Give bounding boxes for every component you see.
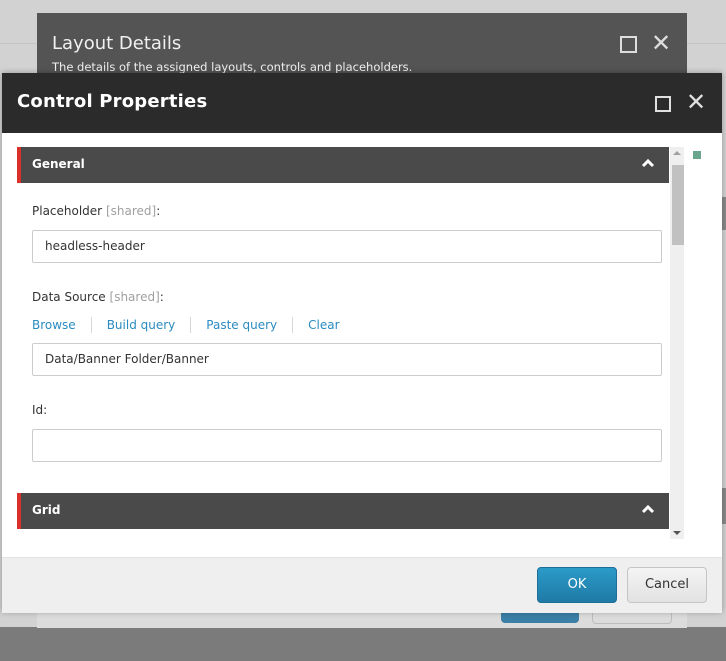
- vertical-scrollbar[interactable]: [670, 147, 684, 539]
- link-separator: [90, 317, 92, 333]
- section-title: Grid: [32, 503, 61, 517]
- background-overlay: [0, 627, 726, 661]
- scroll-down-arrow-icon[interactable]: [673, 531, 681, 535]
- dialog-title: Control Properties: [17, 91, 208, 112]
- data-source-input[interactable]: Data/Banner Folder/Banner: [32, 343, 662, 376]
- chevron-up-icon: [641, 504, 655, 514]
- ok-button[interactable]: OK: [537, 567, 617, 603]
- status-indicator-icon: [693, 151, 701, 159]
- cancel-button[interactable]: Cancel: [627, 567, 707, 603]
- link-separator: [292, 317, 294, 333]
- id-input[interactable]: [32, 429, 662, 462]
- scrollbar-thumb[interactable]: [672, 165, 684, 245]
- build-query-link[interactable]: Build query: [107, 318, 176, 332]
- dialog-footer: OK Cancel: [2, 557, 722, 613]
- layout-details-subtitle: The details of the assigned layouts, con…: [52, 60, 413, 74]
- maximize-icon[interactable]: [655, 96, 671, 112]
- data-source-actions: Browse Build query Paste query Clear: [32, 317, 340, 333]
- close-icon[interactable]: ✕: [651, 31, 671, 55]
- section-grid-header[interactable]: Grid: [17, 493, 669, 529]
- dialog-content: General Placeholder [shared]: headless-h…: [2, 133, 722, 557]
- section-title: General: [32, 157, 85, 171]
- scroll-up-arrow-icon[interactable]: [673, 151, 681, 155]
- close-icon[interactable]: ✕: [686, 90, 706, 114]
- dialog-header: Control Properties ✕: [2, 73, 722, 133]
- clear-link[interactable]: Clear: [308, 318, 339, 332]
- shared-tag: [shared]: [109, 290, 160, 304]
- browse-link[interactable]: Browse: [32, 318, 76, 332]
- background-panel-edge: [722, 488, 726, 524]
- chevron-up-icon: [641, 158, 655, 168]
- background-panel-edge: [722, 197, 726, 230]
- id-label: Id:: [32, 403, 48, 417]
- placeholder-input[interactable]: headless-header: [32, 230, 662, 263]
- layout-details-ok-button[interactable]: [501, 613, 579, 623]
- layout-details-header: Layout Details The details of the assign…: [37, 13, 687, 75]
- maximize-icon[interactable]: [620, 36, 637, 53]
- paste-query-link[interactable]: Paste query: [206, 318, 277, 332]
- control-properties-dialog: Control Properties ✕ General Placeholder…: [2, 73, 722, 613]
- data-source-label: Data Source [shared]:: [32, 290, 164, 304]
- section-general-header[interactable]: General: [17, 147, 669, 183]
- link-separator: [190, 317, 192, 333]
- layout-details-cancel-button[interactable]: [592, 613, 672, 624]
- layout-details-title: Layout Details: [52, 33, 182, 54]
- shared-tag: [shared]: [105, 204, 157, 218]
- placeholder-label: Placeholder [shared]:: [32, 204, 161, 218]
